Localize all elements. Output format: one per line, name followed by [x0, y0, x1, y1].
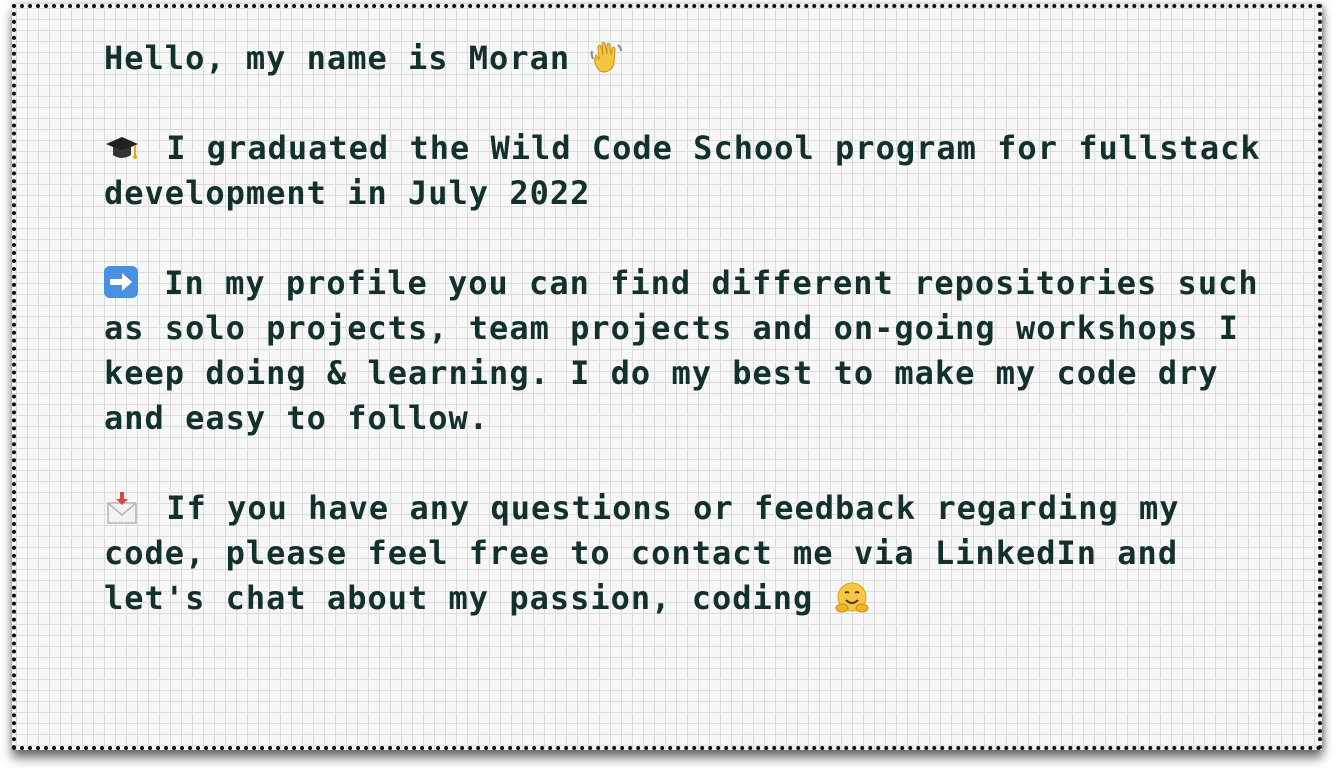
greeting-paragraph: Hello, my name is Moran	[104, 36, 1274, 81]
graduation-cap-icon	[106, 137, 138, 159]
profile-paragraph: In my profile you can find different rep…	[104, 261, 1274, 441]
profile-text: In my profile you can find different rep…	[104, 264, 1259, 437]
bio-card: Hello, my name is Moran I graduated the …	[12, 4, 1322, 750]
right-arrow-icon	[104, 266, 138, 298]
hugging-face-icon	[835, 582, 869, 613]
graduation-paragraph: I graduated the Wild Code School program…	[104, 126, 1274, 216]
contact-text: If you have any questions or feedback re…	[104, 489, 1180, 617]
graduation-text: I graduated the Wild Code School program…	[104, 129, 1261, 212]
greeting-text: Hello, my name is Moran	[104, 39, 591, 77]
contact-paragraph: If you have any questions or feedback re…	[104, 486, 1274, 621]
bio-text: Hello, my name is Moran I graduated the …	[104, 36, 1274, 621]
waving-hand-icon	[591, 42, 623, 73]
incoming-envelope-icon	[107, 492, 137, 524]
